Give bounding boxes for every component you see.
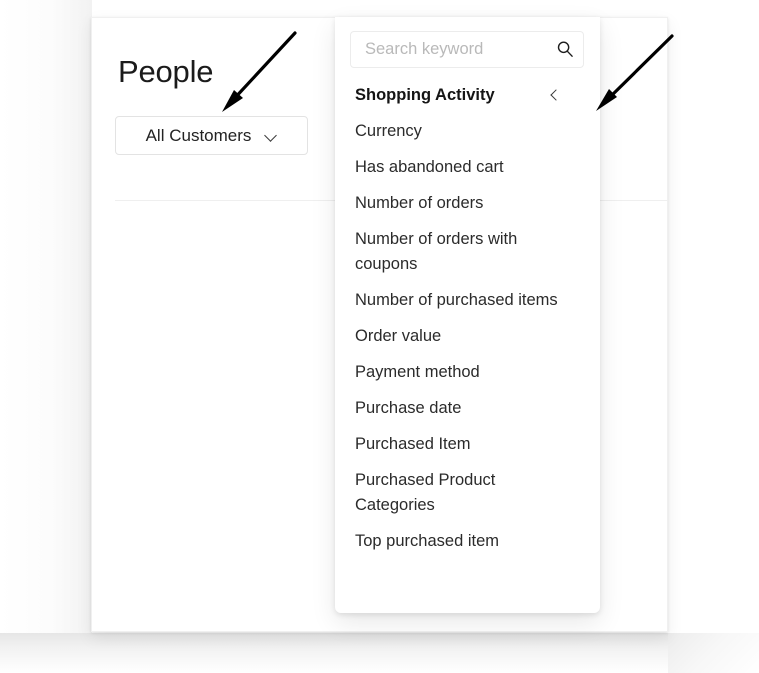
list-item[interactable]: Order value [335,324,577,349]
list-item[interactable]: Number of orders [335,191,577,216]
all-customers-filter-button[interactable]: All Customers [115,116,308,155]
list-item[interactable]: Currency [335,119,577,144]
attribute-item-label: Purchased Item [355,435,471,453]
all-customers-filter-label: All Customers [145,126,252,145]
chevron-left-icon[interactable] [549,90,559,100]
list-item[interactable]: Purchased Product Categories [335,468,577,518]
attribute-item-label: Order value [355,327,442,345]
list-item[interactable]: Number of orders with coupons [335,227,577,277]
attribute-item-label: Top purchased item [355,532,499,550]
search-row [350,31,584,68]
list-item[interactable]: Purchase date [335,396,577,421]
attribute-item-label: Purchased Product Categories [355,471,496,514]
attribute-item-label: Number of orders [355,194,484,212]
list-item[interactable]: Payment method [335,360,577,385]
backdrop-bottom-shade [0,633,759,673]
list-item[interactable]: Purchased Item [335,432,577,457]
attribute-item-label: Number of orders with coupons [355,230,518,273]
search-input[interactable] [350,31,584,68]
list-item[interactable]: Has abandoned cart [335,155,577,180]
attribute-item-label: Has abandoned cart [355,158,504,176]
attribute-group-label: Shopping Activity [355,86,495,104]
backdrop-bottom-right-shade [668,633,759,673]
attribute-list: Shopping Activity Currency Has abandoned… [335,83,600,565]
attribute-item-label: Number of purchased items [355,291,558,309]
attribute-dropdown-panel: Shopping Activity Currency Has abandoned… [335,17,600,613]
chevron-down-icon [265,130,277,142]
attribute-item-label: Currency [355,122,422,140]
page-title: People [118,54,214,89]
backdrop-left-shade [0,0,92,673]
attribute-group-shopping-activity[interactable]: Shopping Activity [335,83,577,108]
list-item[interactable]: Number of purchased items [335,288,577,313]
list-item[interactable]: Top purchased item [335,529,577,554]
attribute-item-label: Payment method [355,363,480,381]
attribute-item-label: Purchase date [355,399,462,417]
